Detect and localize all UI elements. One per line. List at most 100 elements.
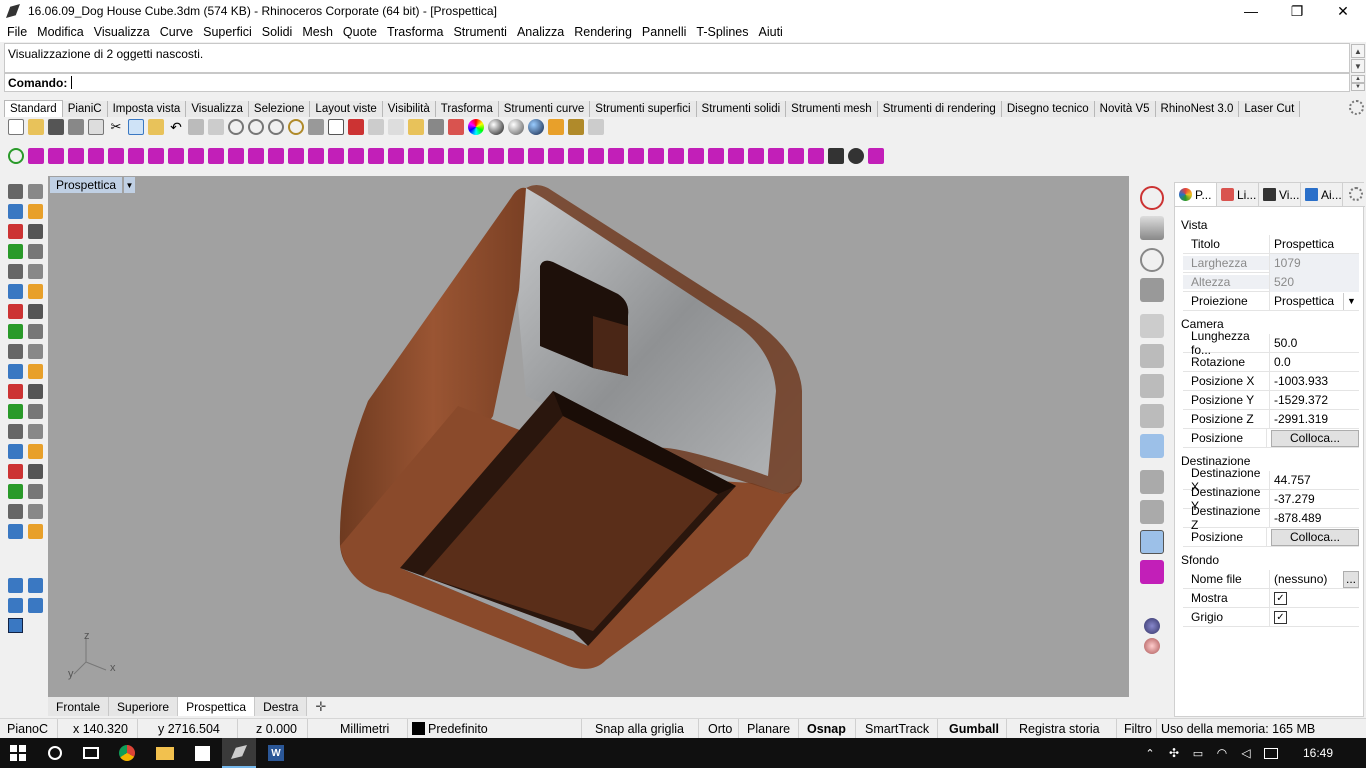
surface-edge-tool-icon[interactable] (28, 284, 43, 299)
solid-network-icon[interactable] (728, 148, 744, 164)
menu-tsplines[interactable]: T-Splines (691, 25, 753, 39)
row-grigio[interactable]: Grigio ✓ (1183, 607, 1359, 627)
tab-destra[interactable]: Destra (255, 697, 308, 716)
solid-edit-icon[interactable] (628, 148, 644, 164)
menu-solidi[interactable]: Solidi (257, 25, 298, 39)
paste-icon[interactable] (148, 119, 164, 135)
spin-up-icon[interactable]: ▲ (1351, 75, 1365, 83)
color-wheel-icon[interactable] (468, 119, 484, 135)
solid-blend-icon[interactable] (748, 148, 764, 164)
panel-gear-icon[interactable] (1349, 187, 1363, 201)
polyline-tool-icon[interactable] (8, 204, 23, 219)
solid-union-icon[interactable] (168, 148, 184, 164)
help-icon[interactable] (588, 119, 604, 135)
planare-toggle[interactable]: Planare (739, 718, 799, 739)
menu-mesh[interactable]: Mesh (297, 25, 338, 39)
undo-view-icon[interactable] (308, 119, 324, 135)
chrome-icon[interactable] (112, 738, 142, 768)
minimize-button[interactable]: — (1228, 0, 1274, 22)
tab-frontale[interactable]: Frontale (48, 697, 110, 716)
solid-cylinder-icon[interactable] (68, 148, 84, 164)
tab-visualizza[interactable]: Visualizza (186, 101, 249, 117)
tab-display[interactable]: Vi... (1259, 183, 1301, 206)
zoom-extents-icon[interactable] (268, 119, 284, 135)
rotate-view-icon[interactable] (208, 119, 224, 135)
tab-pianic[interactable]: PianiC (62, 101, 108, 117)
windows-start-icon[interactable] (0, 738, 36, 768)
status-current-layer[interactable]: Predefinito (408, 718, 582, 739)
menu-curve[interactable]: Curve (155, 25, 198, 39)
solid-rebuild-icon[interactable] (788, 148, 804, 164)
tab-laser-cut[interactable]: Laser Cut (1239, 101, 1301, 117)
tab-selezione[interactable]: Selezione (248, 101, 311, 117)
proiezione-select[interactable]: Prospettica (1274, 294, 1334, 308)
solid-thicken-icon[interactable] (608, 148, 624, 164)
tab-superiore[interactable]: Superiore (109, 697, 179, 716)
solid-move-edge-icon[interactable] (408, 148, 424, 164)
solid-extract-icon[interactable] (308, 148, 324, 164)
grigio-checkbox[interactable]: ✓ (1274, 610, 1287, 624)
tab-layers[interactable]: Li... (1217, 183, 1259, 206)
analyze-tool-icon[interactable] (28, 504, 43, 519)
axis-icon[interactable] (1140, 216, 1164, 240)
history-icon[interactable] (1140, 530, 1164, 554)
menu-pannelli[interactable]: Pannelli (637, 25, 691, 39)
osnap-toggle[interactable]: Osnap (799, 718, 856, 739)
trim-tool-icon[interactable] (8, 404, 23, 419)
tab-standard[interactable]: Standard (4, 100, 63, 117)
viewport-tool-1-icon[interactable] (28, 578, 43, 593)
word-icon[interactable]: W (261, 738, 291, 768)
surface-corner-tool-icon[interactable] (8, 284, 23, 299)
solid-round-hole-icon[interactable] (448, 148, 464, 164)
cube-right-icon[interactable] (1140, 404, 1164, 428)
loft-tool-icon[interactable] (28, 304, 43, 319)
menu-rendering[interactable]: Rendering (569, 25, 637, 39)
globe-icon[interactable] (1140, 248, 1164, 272)
menu-quote[interactable]: Quote (338, 25, 382, 39)
options-icon[interactable] (568, 119, 584, 135)
check-tool-icon[interactable] (8, 504, 23, 519)
scroll-down-icon[interactable]: ▼ (1351, 59, 1365, 73)
spin-down-icon[interactable]: ▼ (1351, 83, 1365, 91)
viewport-tool-0-icon[interactable] (8, 578, 23, 593)
undo-icon[interactable]: ↶ (168, 119, 184, 135)
grid-snap-icon[interactable] (388, 119, 404, 135)
menu-file[interactable]: File (2, 25, 32, 39)
solid-merge-icon[interactable] (348, 148, 364, 164)
menu-strumenti[interactable]: Strumenti (448, 25, 512, 39)
solid-split-icon[interactable] (328, 148, 344, 164)
mirror-tool-icon[interactable] (28, 464, 43, 479)
clock[interactable]: 16:49 (1296, 738, 1340, 768)
import-icon[interactable] (88, 119, 104, 135)
four-viewports-icon[interactable] (328, 119, 344, 135)
solid-revolve-icon[interactable] (708, 148, 724, 164)
solid-array-hole-icon[interactable] (468, 148, 484, 164)
zoom-tool-icon[interactable] (8, 524, 23, 539)
solid-unroll-icon[interactable] (808, 148, 824, 164)
layer-icon[interactable] (408, 119, 424, 135)
explode-icon[interactable] (828, 148, 844, 164)
file-explorer-icon[interactable] (150, 738, 180, 768)
tab-disegno-tecnico[interactable]: Disegno tecnico (1001, 101, 1095, 117)
zoom-selected-icon[interactable] (288, 119, 304, 135)
row-rotazione[interactable]: Rotazione 0.0 (1183, 352, 1359, 372)
chevron-down-icon[interactable]: ▼ (1343, 292, 1359, 310)
shaded-sphere-icon[interactable] (488, 119, 504, 135)
copy-tool-icon[interactable] (28, 484, 43, 499)
cube-top-icon[interactable] (1140, 344, 1164, 368)
tab-rhinonest[interactable]: RhinoNest 3.0 (1155, 101, 1240, 117)
tab-strumenti-rendering[interactable]: Strumenti di rendering (877, 101, 1002, 117)
tab-novita-v5[interactable]: Novità V5 (1094, 101, 1156, 117)
tab-strumenti-solidi[interactable]: Strumenti solidi (696, 101, 787, 117)
row-titolo[interactable]: Titolo Prospettica (1183, 234, 1359, 254)
close-button[interactable]: ✕ (1320, 0, 1366, 22)
menu-modifica[interactable]: Modifica (32, 25, 89, 39)
row-lunghezza-focale[interactable]: Lunghezza fo... 50.0 (1183, 329, 1359, 357)
solid-match-icon[interactable] (768, 148, 784, 164)
solid-difference-icon[interactable] (188, 148, 204, 164)
rectangle-tool-icon[interactable] (28, 244, 43, 259)
solid-chamfer-icon[interactable] (248, 148, 264, 164)
notification-icon[interactable] (1260, 738, 1282, 768)
new-file-icon[interactable] (8, 119, 24, 135)
cube-perspective-icon[interactable] (1140, 434, 1164, 458)
